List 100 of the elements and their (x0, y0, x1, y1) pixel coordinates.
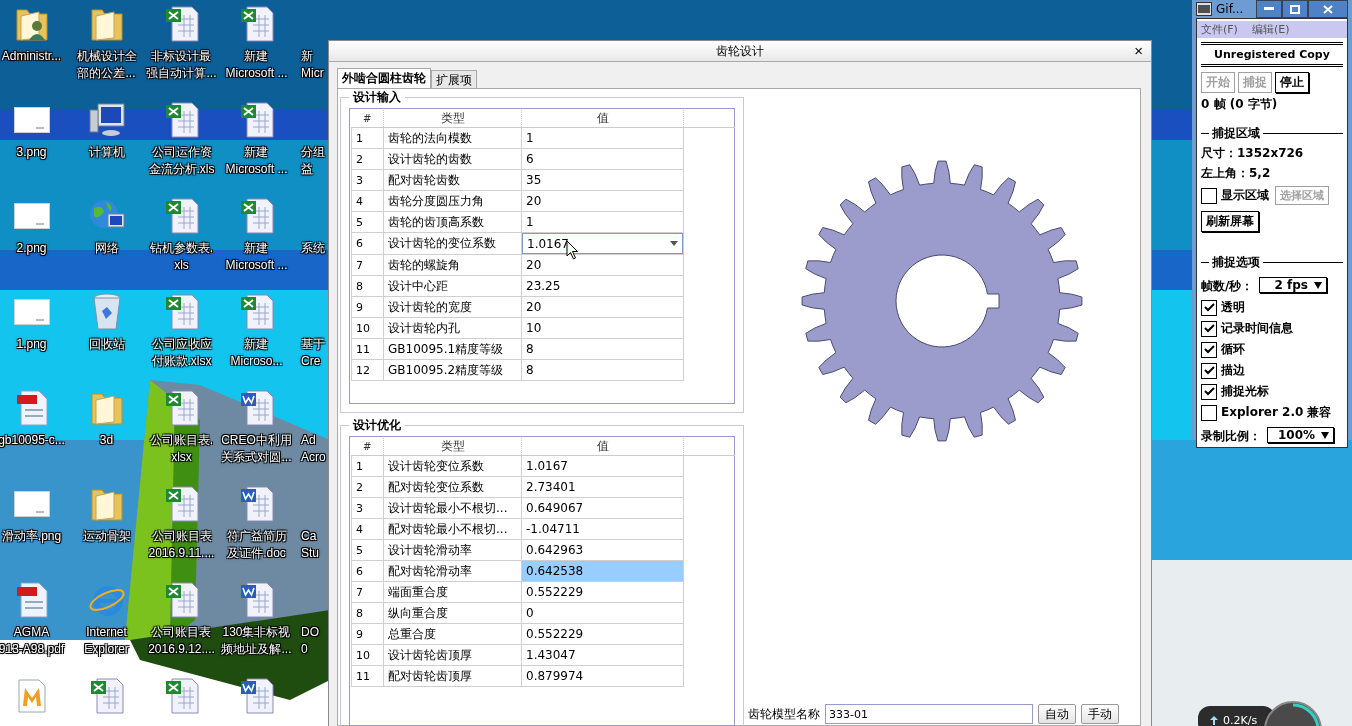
table-cell: 9 (351, 623, 384, 645)
tab[interactable]: 扩展项 (431, 70, 477, 88)
table-cell: 1 (521, 211, 684, 233)
table-cell: GB10095.2精度等级 (383, 359, 522, 381)
table-cell: 9 (351, 296, 384, 318)
field-label: 帧数/秒： (1201, 278, 1254, 295)
button[interactable]: 自动 (1038, 704, 1076, 724)
spreadsheet-file-icon[interactable] (163, 4, 200, 44)
spreadsheet-file-icon[interactable] (163, 196, 200, 236)
close-icon (1323, 4, 1333, 14)
table-cell: 6 (351, 232, 384, 255)
recycle-bin-icon[interactable] (91, 292, 122, 332)
desktop-icon-label: 分组 益 (301, 144, 325, 178)
table-cell: 设计齿轮的变位系数 (383, 232, 522, 255)
column-header[interactable]: 类型 (383, 110, 522, 128)
checkbox-label: 显示区域 (1221, 187, 1269, 204)
checkbox[interactable] (1201, 341, 1217, 358)
app-icon (1196, 2, 1212, 16)
desktop-icon-label: 机械设计全 部的公差... (76, 48, 137, 82)
spreadsheet-file-icon[interactable] (163, 484, 200, 524)
checkbox[interactable] (1201, 362, 1217, 379)
table-cell: 8 (351, 602, 384, 624)
checkbox[interactable] (1201, 299, 1217, 316)
desktop-icon-label: Ca Stu (301, 528, 319, 562)
size-text: 尺寸：1352x726 (1201, 145, 1305, 162)
table-cell: 12 (351, 359, 384, 381)
dropdown[interactable]: 100% (1267, 427, 1335, 443)
checkbox-label: 捕捉光标 (1221, 383, 1269, 400)
desktop-icon-label: 新建 Microsoft ... (225, 48, 288, 82)
table-cell: 1.43047 (521, 644, 684, 666)
field-label: 录制比例： (1201, 428, 1261, 445)
table-cell: 8 (521, 359, 684, 381)
input-field[interactable]: 333-01 (825, 704, 1033, 724)
desktop-icon-label: 运动骨架 (82, 528, 131, 545)
close-button[interactable] (1308, 0, 1348, 18)
table-cell: 3 (351, 169, 384, 191)
banner: Unregistered Copy (1201, 42, 1343, 67)
desktop-icon-label: Administr... (1, 48, 62, 65)
spreadsheet-file-icon[interactable] (88, 676, 125, 716)
checkbox-label: 循环 (1221, 341, 1245, 358)
document-file-icon[interactable] (238, 484, 275, 524)
desktop-icon-label: 3.png (16, 144, 47, 161)
table-cell: 配对齿轮滑动率 (383, 560, 522, 582)
tab[interactable]: 外啮合圆柱齿轮 (337, 68, 431, 88)
spreadsheet-file-icon[interactable] (163, 580, 200, 620)
checkbox[interactable] (1201, 404, 1217, 421)
desktop-icon-label: 公司应收应 付账款.xlsx (151, 336, 212, 370)
table-cell: 1 (521, 127, 684, 149)
column-header[interactable]: # (351, 438, 384, 456)
frame-count: 0 帧 (0 字节) (1201, 96, 1279, 113)
spreadsheet-file-icon[interactable] (163, 676, 200, 716)
close-button[interactable]: × (1132, 42, 1145, 60)
table-cell: 端面重合度 (383, 581, 522, 603)
table-cell: 8 (351, 275, 384, 297)
table-cell: 配对齿轮齿顶厚 (383, 665, 522, 687)
desktop-icon-label: 2.png (16, 240, 47, 257)
checkbox[interactable] (1201, 320, 1217, 337)
table-cell: 5 (351, 211, 384, 233)
document-file-icon[interactable] (238, 388, 275, 428)
checkbox-label: 描边 (1221, 362, 1245, 379)
column-header[interactable]: 类型 (383, 438, 522, 456)
column-header[interactable]: 值 (521, 110, 684, 128)
table-cell: 0.552229 (521, 623, 684, 645)
button[interactable]: 停止 (1275, 72, 1309, 93)
dropdown-field[interactable]: 1.0167 (522, 233, 683, 254)
dropdown[interactable]: 2 fps (1259, 277, 1327, 293)
menu-item[interactable]: 文件(F) (1201, 22, 1238, 37)
origin-text: 左上角：5,2 (1201, 165, 1272, 182)
checkbox[interactable] (1201, 187, 1217, 204)
spreadsheet-file-icon[interactable] (238, 4, 275, 44)
check-icon (1203, 387, 1215, 396)
checkbox[interactable] (1201, 383, 1217, 400)
table-cell: 设计齿轮最小不根切... (383, 497, 522, 519)
table-cell: 20 (521, 190, 684, 212)
button[interactable]: 手动 (1081, 704, 1119, 724)
button[interactable]: 刷新屏幕 (1201, 211, 1259, 232)
spreadsheet-file-icon[interactable] (238, 292, 275, 332)
spreadsheet-file-icon[interactable] (238, 196, 275, 236)
table-cell: 配对齿轮变位系数 (383, 476, 522, 498)
document-file-icon[interactable] (238, 676, 275, 716)
table-cell: 1 (351, 127, 384, 149)
column-header[interactable]: 值 (521, 438, 684, 456)
table-cell: 4 (351, 190, 384, 212)
spreadsheet-file-icon[interactable] (163, 100, 200, 140)
spreadsheet-file-icon[interactable] (163, 292, 200, 332)
menu-item[interactable]: 编辑(E) (1251, 22, 1290, 37)
desktop-icon-label: 公司运作资 金流分析.xls (148, 144, 215, 178)
pdf-file-icon[interactable] (14, 580, 49, 620)
table-cell: 2 (351, 148, 384, 170)
desktop-icon-label: 3d (99, 432, 114, 449)
minimize-button[interactable] (1256, 0, 1282, 18)
maximize-button[interactable] (1282, 0, 1308, 18)
document-file-icon[interactable] (238, 580, 275, 620)
spreadsheet-file-icon[interactable] (163, 388, 200, 428)
desktop-icon-label: 新 Micr (301, 48, 324, 82)
pdf-file-icon[interactable] (14, 388, 49, 428)
column-header[interactable]: # (351, 110, 384, 128)
desktop-icon-label: 新建 Microso... (230, 336, 283, 370)
table-cell: 2.73401 (521, 476, 684, 498)
spreadsheet-file-icon[interactable] (238, 100, 275, 140)
